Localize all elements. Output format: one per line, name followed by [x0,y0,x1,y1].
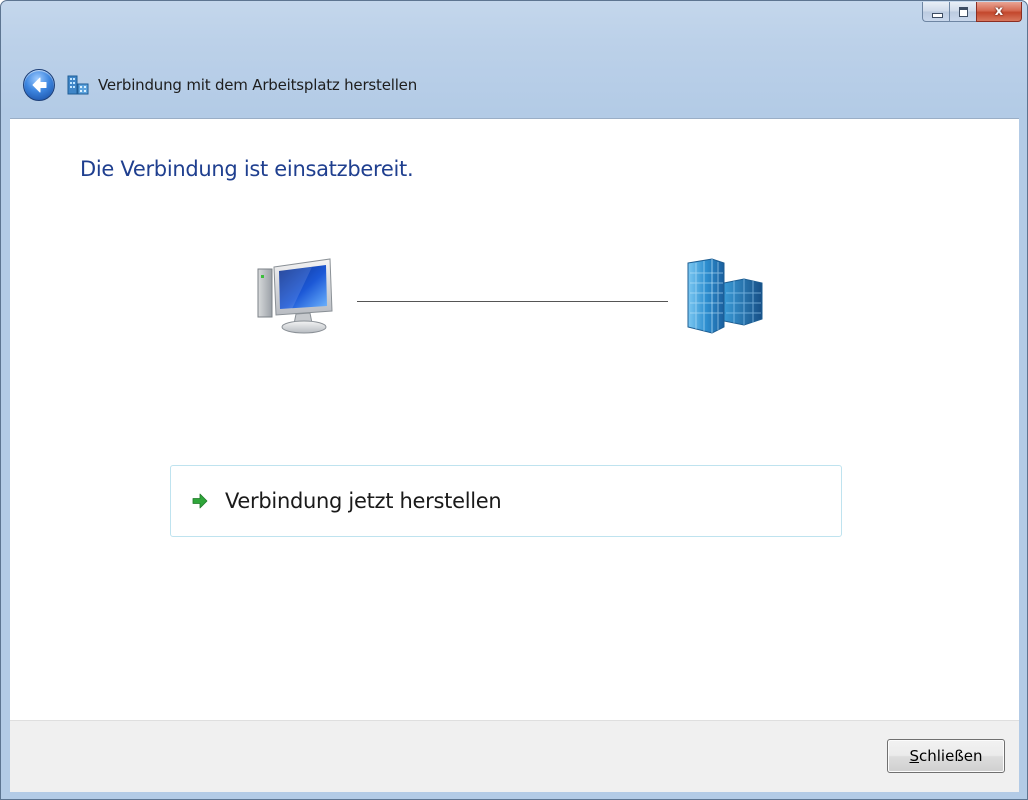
navigation-bar: Verbindung mit dem Arbeitsplatz herstell… [23,69,417,101]
maximize-icon [959,7,968,17]
wizard-window: x Verbindung mit dem Arbeitsplatz herste… [0,0,1028,800]
workplace-network-icon [67,75,89,95]
connection-line [357,301,668,302]
close-dialog-button[interactable]: Schließen [887,739,1005,773]
back-arrow-icon [32,77,47,93]
page-heading: Die Verbindung ist einsatzbereit. [80,157,414,181]
wizard-footer: Schließen [10,720,1019,792]
close-window-button[interactable]: x [976,2,1022,22]
minimize-icon [932,13,943,18]
connect-now-label: Verbindung jetzt herstellen [225,489,502,513]
close-button-accelerator: S [909,747,919,765]
maximize-button[interactable] [949,2,976,22]
office-building-icon [687,258,763,334]
green-arrow-icon [192,493,208,509]
close-icon: x [994,4,1004,19]
caption-buttons: x [922,2,1022,22]
wizard-content: Die Verbindung ist einsatzbereit. Verbin… [10,118,1019,721]
computer-icon [257,258,333,334]
connect-now-option[interactable]: Verbindung jetzt herstellen [170,465,842,537]
close-button-label: chließen [919,747,983,765]
window-title: Verbindung mit dem Arbeitsplatz herstell… [98,76,418,94]
back-button[interactable] [23,69,55,101]
minimize-button[interactable] [922,2,949,22]
